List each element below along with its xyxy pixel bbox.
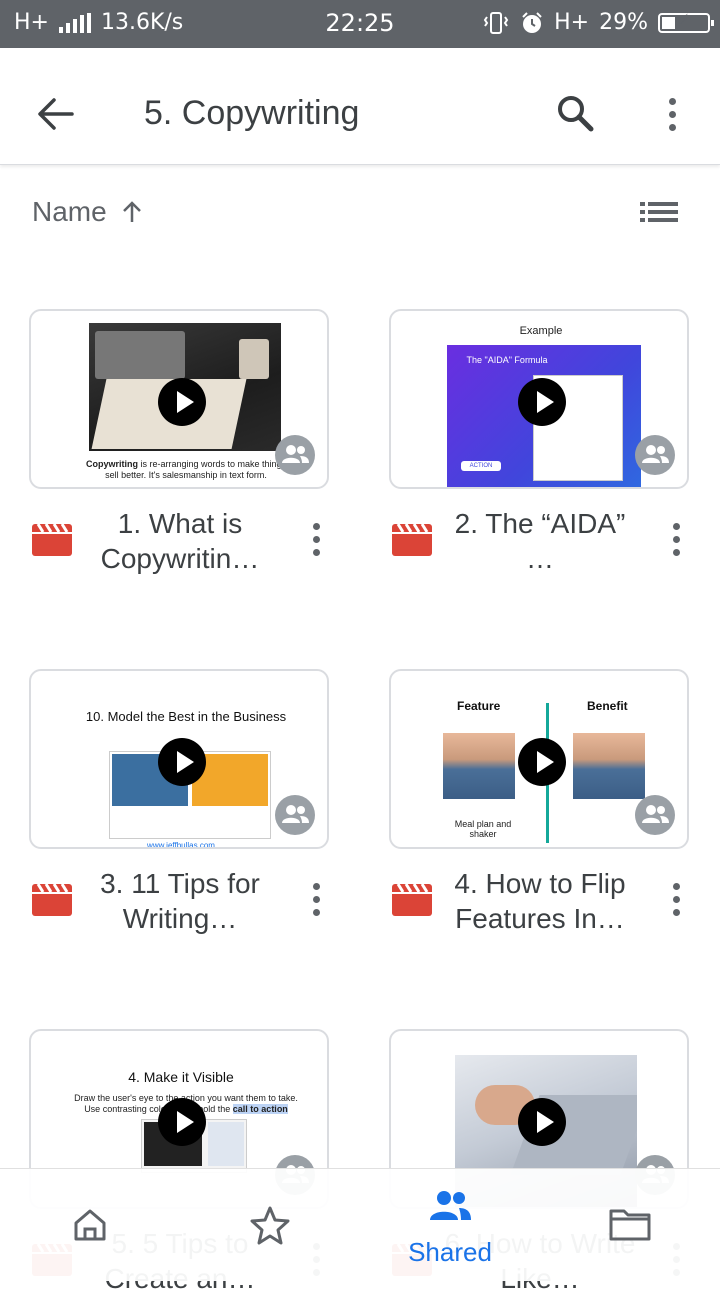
battery-icon: ⚡ [658,11,714,33]
status-right: H+ 29% ⚡ [482,10,714,35]
people-icon [642,445,669,463]
thumb-footer: www.jeffbullas.com [147,841,215,849]
sort-row: Name [0,190,720,234]
shared-badge [635,795,675,835]
play-icon [518,378,566,426]
sort-name-button[interactable]: Name [32,196,107,228]
file-title-1[interactable]: 1. What is Copywritin… [80,506,280,576]
thumb-heading: 4. Make it Visible [128,1069,234,1085]
file-title-4[interactable]: 4. How to Flip Features In… [440,866,640,936]
thumb-caption: Meal plan and shaker [454,819,512,839]
charging-icon: ⚡ [679,11,689,28]
play-icon [158,378,206,426]
thumb-slide-title: The "AIDA" Formula [466,355,548,365]
thumb-heading: Example [519,325,563,337]
thumb-heading: 10. Model the Best in the Business [85,709,287,724]
arrow-up-icon[interactable] [120,200,144,224]
video-file-icon [32,884,72,916]
shared-badge [275,795,315,835]
more-vert-icon[interactable] [667,98,677,134]
video-file-icon [392,524,432,556]
nav-shared-label: Shared [408,1237,492,1267]
thumb-feature: Feature [457,699,501,713]
file-card-3[interactable]: 10. Model the Best in the Business www.j… [29,669,329,849]
nav-home[interactable] [0,1169,180,1281]
status-bar: H+ 13.6K/s 22:25 H+ 29% ⚡ [0,0,720,48]
list-view-icon[interactable] [640,200,680,224]
thumb-photo-feature [443,733,515,799]
more-vert-icon[interactable] [671,523,681,559]
more-vert-icon[interactable] [311,883,321,919]
thumb-screen-2 [208,1122,244,1166]
bottom-nav: Shared [0,1168,720,1281]
video-file-icon [32,524,72,556]
nav-shared[interactable]: Shared [360,1169,540,1281]
thumb-caption: Copywriting is re-arranging words to mak… [81,459,291,481]
play-icon [518,1098,566,1146]
search-icon[interactable] [556,94,596,134]
page-title: 5. Copywriting [144,94,360,132]
people-icon [642,805,669,823]
nav-starred[interactable] [180,1169,360,1281]
folder-icon [609,1209,651,1241]
people-icon [430,1191,471,1220]
mug-shape [239,339,269,379]
video-file-icon [392,884,432,916]
nav-files[interactable] [540,1169,720,1281]
thumb-caption-bold: Copywriting [85,459,138,469]
shared-badge [635,435,675,475]
more-vert-icon[interactable] [671,883,681,919]
back-arrow-icon[interactable] [36,96,76,132]
file-card-2[interactable]: Example The "AIDA" Formula ACTION [389,309,689,489]
alarm-icon [522,11,542,33]
thumb-highlight: call to action [232,1104,288,1114]
people-icon [282,805,309,823]
thumb-action: ACTION [461,461,501,471]
shared-badge [275,435,315,475]
home-icon [74,1209,106,1241]
battery-percent: 29% [599,10,648,35]
sort-label: Name [32,196,107,227]
thumb-benefit: Benefit [587,699,628,713]
file-title-3[interactable]: 3. 11 Tips for Writing… [80,866,280,936]
play-icon [158,738,206,786]
more-vert-icon[interactable] [311,523,321,559]
play-icon [518,738,566,786]
file-card-4[interactable]: Feature Benefit Meal plan and shaker [389,669,689,849]
star-icon [250,1206,290,1245]
file-card-1[interactable]: Copywriting is re-arranging words to mak… [29,309,329,489]
file-title-2[interactable]: 2. The “AIDA” … [440,506,640,576]
thumb-photo-benefit [573,733,645,799]
laptop-shape [95,331,185,379]
vibrate-icon [483,11,509,34]
app-bar: 5. Copywriting [0,48,720,165]
people-icon [282,445,309,463]
thumb-text-2: Use contrasting colours and bold the [84,1104,231,1114]
play-icon [158,1098,206,1146]
network-type-2: H+ [554,10,590,35]
